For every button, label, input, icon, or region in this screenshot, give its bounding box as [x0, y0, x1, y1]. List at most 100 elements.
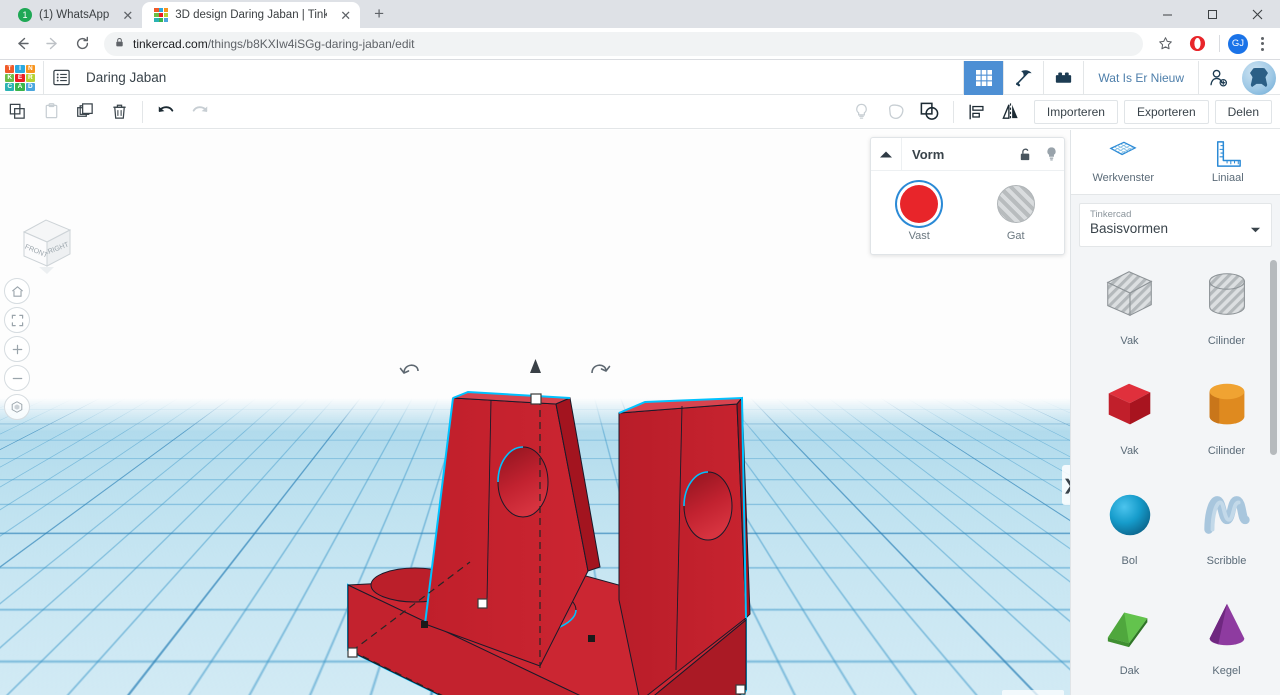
shape-label: Vak	[1120, 335, 1138, 347]
url-domain: tinkercad.com	[133, 37, 208, 51]
share-button[interactable]: Delen	[1215, 100, 1272, 124]
shape-properties-panel: Vorm Vast Gat	[870, 137, 1065, 255]
mirror-icon[interactable]	[994, 95, 1028, 129]
align-icon[interactable]	[960, 95, 994, 129]
zoom-in-icon[interactable]	[4, 336, 30, 362]
library-shape-roof[interactable]: Dak	[1081, 591, 1178, 695]
tinkercad-app: T I N K E R C A D Daring Jaban Wat Is Er…	[0, 61, 1280, 695]
logo-tile: N	[26, 65, 35, 73]
profile-avatar[interactable]: GJ	[1228, 34, 1248, 54]
unlock-icon[interactable]	[1012, 147, 1038, 162]
url-text: tinkercad.com/things/b8KXIw4iSGg-daring-…	[133, 37, 415, 51]
library-shape-scribble[interactable]: Scribble	[1178, 481, 1275, 585]
brick-icon[interactable]	[1043, 61, 1083, 95]
paste-icon[interactable]	[34, 95, 68, 129]
shape-panel-header: Vorm	[871, 138, 1064, 171]
workplane-grid-icon	[1108, 140, 1138, 168]
logo-tile: A	[15, 83, 24, 91]
shape-option-label: Gat	[1007, 230, 1025, 242]
sidebar-item-werkvenster[interactable]: Werkvenster	[1071, 130, 1176, 194]
list-menu-icon[interactable]	[44, 61, 78, 95]
library-shape-hole-box[interactable]: Vak	[1081, 261, 1178, 365]
kebab-menu-icon[interactable]	[1252, 37, 1272, 51]
user-avatar[interactable]	[1242, 61, 1276, 95]
hole-swatch[interactable]	[997, 185, 1035, 223]
collapse-panel-chevron-icon[interactable]: ❯	[1062, 465, 1070, 505]
logo-tile: R	[26, 74, 35, 82]
view-nav-controls	[4, 278, 30, 420]
orange-cylinder-icon	[1198, 371, 1256, 439]
library-shape-cone[interactable]: Kegel	[1178, 591, 1275, 695]
export-button[interactable]: Exporteren	[1124, 100, 1209, 124]
perspective-toggle-icon[interactable]	[4, 394, 30, 420]
page-title[interactable]: Daring Jaban	[86, 70, 166, 85]
url-bar[interactable]: tinkercad.com/things/b8KXIw4iSGg-daring-…	[104, 32, 1143, 56]
opera-extension-icon[interactable]	[1183, 30, 1211, 58]
grid-view-icon[interactable]	[963, 61, 1003, 95]
library-value: Basisvormen	[1090, 221, 1261, 236]
shape-label: Scribble	[1207, 555, 1247, 567]
tinkercad-logo[interactable]: T I N K E R C A D	[5, 65, 35, 91]
forward-button[interactable]	[38, 30, 66, 58]
tab-title: (1) WhatsApp	[39, 9, 109, 21]
sidebar-item-liniaal[interactable]: Liniaal	[1176, 130, 1280, 194]
shape-option-solid[interactable]: Vast	[871, 185, 968, 242]
undo-icon[interactable]	[149, 95, 183, 129]
fit-to-view-icon[interactable]	[4, 307, 30, 333]
reload-button[interactable]	[68, 30, 96, 58]
lightbulb-icon[interactable]	[1038, 146, 1064, 162]
group-icon[interactable]	[913, 95, 947, 129]
shape-blob-icon[interactable]	[879, 95, 913, 129]
maximize-button[interactable]	[1190, 0, 1235, 28]
logo-tile: T	[5, 65, 14, 73]
solid-color-swatch[interactable]	[900, 185, 938, 223]
library-sub-label: Tinkercad	[1090, 209, 1261, 220]
lightbulb-icon[interactable]	[845, 95, 879, 129]
home-view-icon[interactable]	[4, 278, 30, 304]
copy-icon[interactable]	[0, 95, 34, 129]
lock-icon	[114, 37, 125, 51]
logo-tile: K	[5, 74, 14, 82]
zoom-out-icon[interactable]	[4, 365, 30, 391]
tab-close-icon[interactable]: ✕	[116, 9, 133, 22]
minimize-button[interactable]	[1145, 0, 1190, 28]
tab-title: 3D design Daring Jaban | Tinkerc	[175, 9, 327, 21]
library-shape-orange-cylinder[interactable]: Cilinder	[1178, 371, 1275, 475]
shape-label: Cilinder	[1208, 335, 1245, 347]
sidebar-scrollbar-thumb[interactable]	[1270, 260, 1277, 455]
import-button[interactable]: Importeren	[1034, 100, 1118, 124]
hole-cylinder-icon	[1198, 261, 1256, 329]
blue-sphere-icon	[1103, 481, 1157, 549]
omnibox-bar: tinkercad.com/things/b8KXIw4iSGg-daring-…	[0, 28, 1280, 60]
back-button[interactable]	[8, 30, 36, 58]
new-tab-button[interactable]: +	[366, 1, 392, 27]
chevron-up-icon[interactable]	[871, 150, 901, 159]
add-person-icon[interactable]	[1198, 61, 1238, 95]
view-cube[interactable]: FRONT RIGHT	[14, 214, 78, 278]
3d-canvas[interactable]: FRONT RIGHT Vorm Vast Gat	[0, 130, 1070, 695]
edit-toolbar: Importeren Exporteren Delen	[0, 95, 1280, 129]
shape-library-select[interactable]: Tinkercad Basisvormen	[1079, 203, 1272, 247]
duplicate-icon[interactable]	[68, 95, 102, 129]
library-shape-sphere[interactable]: Bol	[1081, 481, 1178, 585]
ruler-icon	[1214, 140, 1242, 168]
browser-tab-tinkercad[interactable]: 3D design Daring Jaban | Tinkerc ✕	[142, 2, 360, 28]
star-icon[interactable]	[1151, 30, 1179, 58]
shape-label: Vak	[1120, 445, 1138, 457]
hole-box-icon	[1100, 261, 1160, 329]
browser-tab-whatsapp[interactable]: 1 (1) WhatsApp ✕	[6, 2, 142, 28]
green-roof-icon	[1101, 591, 1159, 659]
tab-close-icon[interactable]: ✕	[334, 9, 351, 22]
close-button[interactable]	[1235, 0, 1280, 28]
shape-label: Cilinder	[1208, 445, 1245, 457]
shape-option-hole[interactable]: Gat	[968, 185, 1065, 242]
delete-icon[interactable]	[102, 95, 136, 129]
library-shape-red-box[interactable]: Vak	[1081, 371, 1178, 475]
logo-tile: C	[5, 83, 14, 91]
edit-grid-button[interactable]: Raster bewerken	[1002, 690, 1064, 695]
redo-icon[interactable]	[183, 95, 217, 129]
omnibox-divider	[1219, 35, 1220, 52]
library-shape-hole-cylinder[interactable]: Cilinder	[1178, 261, 1275, 365]
whats-new-link[interactable]: Wat Is Er Nieuw	[1083, 61, 1198, 95]
pickaxe-icon[interactable]	[1003, 61, 1043, 95]
